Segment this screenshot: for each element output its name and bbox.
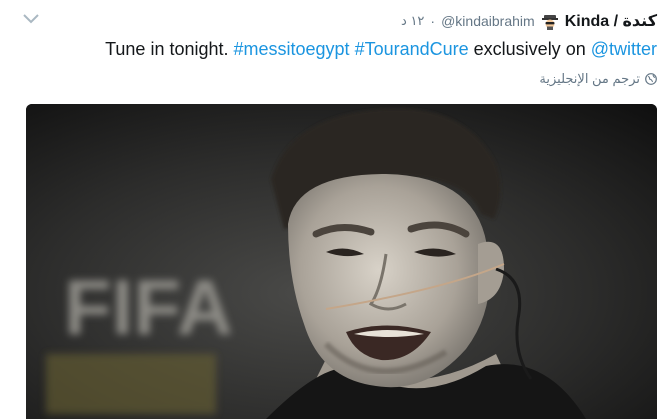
- hashtag-messitoegypt[interactable]: #messitoegypt: [234, 39, 350, 59]
- mention-twitter[interactable]: @twitter: [591, 39, 657, 59]
- tweet-text-plain: Tune in tonight.: [105, 39, 234, 59]
- translate-label: ترجم من الإنجليزية: [539, 71, 640, 86]
- spy-icon: [541, 12, 559, 30]
- photo-illustration: FIFA: [26, 104, 657, 419]
- author-handle[interactable]: @kindaibrahim: [441, 13, 535, 29]
- tweet-card[interactable]: Kinda / كندة @kindaibrahim · ١٢ د Tune i…: [0, 0, 661, 419]
- tweet-header: Kinda / كندة @kindaibrahim · ١٢ د: [401, 10, 657, 32]
- globe-icon: [645, 73, 657, 85]
- tweet-text: Tune in tonight. #messitoegypt #TourandC…: [29, 37, 657, 61]
- fifa-logo-text: FIFA: [64, 263, 233, 351]
- translate-tweet-link[interactable]: ترجم من الإنجليزية: [539, 71, 657, 87]
- tweet-text-middle: exclusively on: [468, 39, 591, 59]
- chevron-down-icon[interactable]: [22, 12, 40, 26]
- tweet-timestamp[interactable]: ١٢ د: [401, 13, 424, 29]
- hashtag-tourandcure[interactable]: #TourandCure: [355, 39, 469, 59]
- author-name[interactable]: Kinda / كندة: [565, 11, 657, 31]
- separator-dot: ·: [430, 13, 436, 29]
- tweet-photo[interactable]: FIFA: [26, 104, 657, 419]
